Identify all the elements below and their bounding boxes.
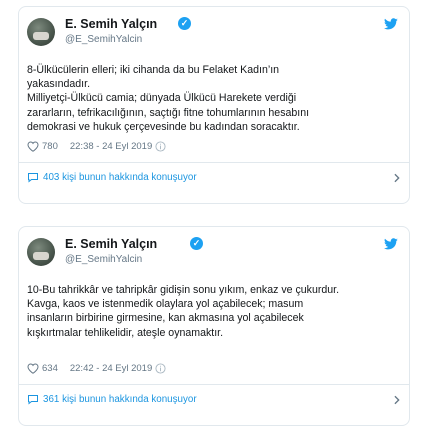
divider [19, 384, 409, 385]
tweet-meta: 634 22:42 - 24 Eyl 2019 [27, 363, 166, 374]
tweet-text: 10-Bu tahrikkâr ve tahripkâr gidişin son… [27, 283, 405, 340]
tweet-line: yakasındadır. [27, 78, 91, 91]
avatar[interactable] [27, 238, 55, 266]
conversation-count-text[interactable]: 403 kişi bunun hakkında konuşuyor [43, 172, 197, 183]
tweet-line: insanların birbirine girmesine, kan akma… [27, 312, 304, 325]
tweet-line: Milliyetçi-Ülkücü camia; dünyada Ülkücü … [27, 92, 297, 105]
conversation-count-text[interactable]: 361 kişi bunun hakkında konuşuyor [43, 394, 197, 405]
twitter-bird-icon[interactable] [384, 18, 398, 30]
tweet-timestamp[interactable]: 22:38 - 24 Eyl 2019 [70, 141, 152, 152]
speech-bubble-icon [28, 395, 38, 405]
tweet-line: Kavga, kaos ve istenmedik olaylara yol a… [27, 298, 304, 311]
verified-badge-icon: ✓ [190, 237, 203, 250]
conversation-link[interactable]: 403 kişi bunun hakkında konuşuyor [27, 172, 401, 183]
tweet-meta: 780 22:38 - 24 Eyl 2019 [27, 141, 166, 152]
author-handle[interactable]: @E_SemihYalcin [65, 254, 142, 265]
tweet-timestamp[interactable]: 22:42 - 24 Eyl 2019 [70, 363, 152, 374]
tweet-text: 8-Ülkücülerin elleri; iki cihanda da bu … [27, 63, 405, 134]
tweet-line: demokrasi ve hukuk çerçevesinde bu kadın… [27, 120, 300, 133]
author-name[interactable]: E. Semih Yalçın [65, 237, 157, 251]
conversation-link[interactable]: 361 kişi bunun hakkında konuşuyor [27, 394, 401, 405]
author-handle[interactable]: @E_SemihYalcin [65, 34, 142, 45]
tweet-line: 8-Ülkücülerin elleri; iki cihanda da bu … [27, 64, 280, 76]
verified-badge-icon: ✓ [178, 17, 191, 30]
tweet-line: kışkırtmalar tehlikelidir, ateşle oynama… [27, 326, 224, 339]
tweet-line: 10-Bu tahrikkâr ve tahripkâr gidişin son… [27, 284, 340, 296]
info-icon[interactable] [155, 141, 166, 152]
author-name[interactable]: E. Semih Yalçın [65, 17, 157, 31]
heart-icon[interactable] [27, 141, 39, 152]
tweet-card[interactable]: E. Semih Yalçın ✓ @E_SemihYalcin 10-Bu t… [18, 226, 410, 426]
divider [19, 162, 409, 163]
tweet-header: E. Semih Yalçın ✓ @E_SemihYalcin [19, 7, 409, 57]
twitter-bird-icon[interactable] [384, 238, 398, 250]
like-count: 634 [42, 363, 58, 374]
chevron-right-icon[interactable] [393, 395, 401, 405]
avatar[interactable] [27, 18, 55, 46]
tweet-header: E. Semih Yalçın ✓ @E_SemihYalcin [19, 227, 409, 277]
speech-bubble-icon [28, 173, 38, 183]
tweet-card[interactable]: E. Semih Yalçın ✓ @E_SemihYalcin 8-Ülküc… [18, 6, 410, 204]
like-count: 780 [42, 141, 58, 152]
heart-icon[interactable] [27, 363, 39, 374]
info-icon[interactable] [155, 363, 166, 374]
chevron-right-icon[interactable] [393, 173, 401, 183]
tweet-line: zararların, tefrikacılığının, saçtığı fi… [27, 106, 310, 119]
